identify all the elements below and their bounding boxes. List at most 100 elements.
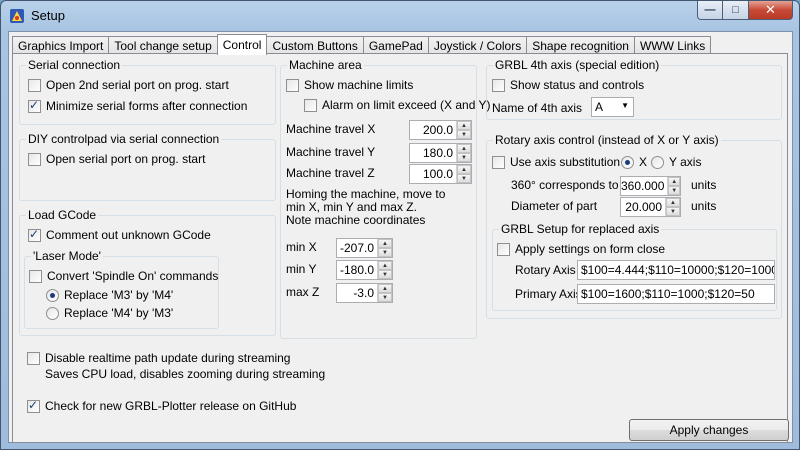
name-4th-axis-select[interactable]: A ▼ bbox=[591, 97, 634, 117]
checkbox-box[interactable] bbox=[27, 351, 40, 365]
min-x-input[interactable]: -207.0 ▲ ▼ bbox=[336, 238, 393, 258]
checkbox-box[interactable] bbox=[497, 242, 510, 256]
close-button[interactable]: ✕ bbox=[749, 1, 793, 20]
min-y-value[interactable]: -180.0 bbox=[337, 261, 377, 279]
min-x-spinner[interactable]: ▲ ▼ bbox=[377, 239, 392, 257]
travel-y-label: Machine travel Y bbox=[286, 145, 376, 159]
axis-x-radio[interactable]: X bbox=[621, 155, 647, 169]
spin-up-icon[interactable]: ▲ bbox=[378, 239, 392, 248]
check-update-checkbox[interactable]: ✓ Check for new GRBL-Plotter release on … bbox=[27, 398, 296, 413]
checkbox-box[interactable]: ✓ bbox=[28, 227, 41, 242]
travel-y-spinner[interactable]: ▲ ▼ bbox=[456, 144, 471, 162]
degrees-spinner[interactable]: ▲ ▼ bbox=[667, 177, 680, 195]
comment-unknown-gcode-label: Comment out unknown GCode bbox=[46, 228, 211, 242]
spin-down-icon[interactable]: ▼ bbox=[378, 270, 392, 279]
spin-up-icon[interactable]: ▲ bbox=[457, 144, 471, 153]
radio-circle[interactable] bbox=[651, 155, 664, 169]
travel-z-input[interactable]: 100.0 ▲ ▼ bbox=[409, 164, 472, 184]
checkbox-box[interactable] bbox=[29, 269, 42, 283]
checkbox-box[interactable] bbox=[492, 155, 505, 169]
apply-on-close-checkbox[interactable]: Apply settings on form close bbox=[497, 242, 665, 256]
spin-up-icon[interactable]: ▲ bbox=[457, 121, 471, 130]
replace-m4-radio[interactable]: Replace 'M4' by 'M3' bbox=[46, 306, 173, 320]
travel-z-spinner[interactable]: ▲ ▼ bbox=[456, 165, 471, 183]
minimize-button[interactable]: — bbox=[697, 1, 723, 20]
minimize-serial-checkbox[interactable]: ✓ Minimize serial forms after connection bbox=[28, 98, 247, 113]
spin-down-icon[interactable]: ▼ bbox=[666, 207, 680, 216]
axis-y-radio[interactable]: Y axis bbox=[651, 155, 701, 169]
spin-down-icon[interactable]: ▼ bbox=[457, 153, 471, 162]
travel-y-input[interactable]: 180.0 ▲ ▼ bbox=[409, 143, 472, 163]
maximize-button[interactable]: □ bbox=[723, 1, 749, 20]
spin-down-icon[interactable]: ▼ bbox=[378, 248, 392, 257]
checkbox-box[interactable] bbox=[492, 78, 505, 92]
replace-m3-radio[interactable]: Replace 'M3' by 'M4' bbox=[46, 288, 173, 302]
degrees-input[interactable]: 360.000 ▲ ▼ bbox=[620, 176, 681, 196]
spin-down-icon[interactable]: ▼ bbox=[457, 174, 471, 183]
load-gcode-group: Load GCode ✓ Comment out unknown GCode '… bbox=[19, 208, 276, 336]
primary-axis-input[interactable]: $100=1600;$110=1000;$120=50 bbox=[577, 284, 775, 304]
min-x-value[interactable]: -207.0 bbox=[337, 239, 377, 257]
comment-unknown-gcode-checkbox[interactable]: ✓ Comment out unknown GCode bbox=[28, 227, 211, 242]
tab-shape-recognition[interactable]: Shape recognition bbox=[527, 36, 635, 54]
spin-down-icon[interactable]: ▼ bbox=[668, 186, 680, 195]
tab-www-links[interactable]: WWW Links bbox=[634, 36, 712, 54]
replace-m4-label: Replace 'M4' by 'M3' bbox=[64, 306, 174, 320]
diameter-spinner[interactable]: ▲ ▼ bbox=[665, 198, 680, 216]
show-status-label: Show status and controls bbox=[510, 78, 645, 92]
chevron-down-icon[interactable]: ▼ bbox=[621, 101, 629, 110]
checkbox-box[interactable]: ✓ bbox=[27, 398, 40, 413]
checkbox-box[interactable] bbox=[28, 78, 41, 92]
rotary-axis-input[interactable]: $100=4.444;$110=10000;$120=1000 bbox=[577, 260, 775, 280]
axis-y-label: Y axis bbox=[669, 155, 702, 169]
tab-joystick-colors[interactable]: Joystick / Colors bbox=[428, 36, 528, 54]
tab-graphics-import[interactable]: Graphics Import bbox=[12, 36, 110, 54]
convert-spindle-checkbox[interactable]: Convert 'Spindle On' commands bbox=[29, 269, 218, 283]
show-machine-limits-checkbox[interactable]: Show machine limits bbox=[286, 78, 413, 92]
radio-circle[interactable] bbox=[46, 288, 59, 302]
min-x-label: min X bbox=[286, 240, 317, 254]
alarm-limit-checkbox[interactable]: Alarm on limit exceed (X and Y) bbox=[304, 98, 491, 112]
travel-z-value[interactable]: 100.0 bbox=[410, 165, 456, 183]
use-axis-substitution-checkbox[interactable]: Use axis substitution bbox=[492, 155, 620, 169]
apply-changes-button[interactable]: Apply changes bbox=[629, 419, 789, 441]
checkbox-box[interactable] bbox=[286, 78, 299, 92]
spin-up-icon[interactable]: ▲ bbox=[457, 165, 471, 174]
diameter-input[interactable]: 20.000 ▲ ▼ bbox=[620, 197, 681, 217]
spin-down-icon[interactable]: ▼ bbox=[378, 293, 392, 302]
diameter-value[interactable]: 20.000 bbox=[621, 198, 665, 216]
max-z-value[interactable]: -3.0 bbox=[337, 284, 377, 302]
radio-circle[interactable] bbox=[621, 155, 634, 169]
radio-circle[interactable] bbox=[46, 306, 59, 320]
checkbox-box[interactable]: ✓ bbox=[28, 98, 41, 113]
travel-y-value[interactable]: 180.0 bbox=[410, 144, 456, 162]
tab-control[interactable]: Control bbox=[216, 34, 268, 55]
travel-x-value[interactable]: 200.0 bbox=[410, 121, 456, 139]
travel-x-input[interactable]: 200.0 ▲ ▼ bbox=[409, 120, 472, 140]
checkbox-box[interactable] bbox=[28, 152, 41, 166]
title-bar[interactable]: Setup — □ ✕ bbox=[1, 1, 799, 31]
grbl-4th-axis-group: GRBL 4th axis (special edition) Show sta… bbox=[486, 58, 782, 120]
spin-up-icon[interactable]: ▲ bbox=[378, 261, 392, 270]
spin-down-icon[interactable]: ▼ bbox=[457, 130, 471, 139]
tab-custom-buttons[interactable]: Custom Buttons bbox=[267, 36, 364, 54]
degrees-value[interactable]: 360.000 bbox=[621, 177, 667, 195]
max-z-input[interactable]: -3.0 ▲ ▼ bbox=[336, 283, 393, 303]
min-y-spinner[interactable]: ▲ ▼ bbox=[377, 261, 392, 279]
tab-tool-change-setup[interactable]: Tool change setup bbox=[109, 36, 218, 54]
name-4th-axis-value[interactable]: A bbox=[595, 100, 603, 114]
min-y-input[interactable]: -180.0 ▲ ▼ bbox=[336, 260, 393, 280]
tab-gamepad[interactable]: GamePad bbox=[363, 36, 429, 54]
open-2nd-serial-checkbox[interactable]: Open 2nd serial port on prog. start bbox=[28, 78, 229, 92]
checkbox-box[interactable] bbox=[304, 98, 317, 112]
disable-realtime-checkbox[interactable]: Disable realtime path update during stre… bbox=[27, 351, 290, 365]
travel-x-label: Machine travel X bbox=[286, 122, 376, 136]
open-serial-port-checkbox[interactable]: Open serial port on prog. start bbox=[28, 152, 205, 166]
spin-up-icon[interactable]: ▲ bbox=[666, 198, 680, 207]
travel-x-spinner[interactable]: ▲ ▼ bbox=[456, 121, 471, 139]
max-z-spinner[interactable]: ▲ ▼ bbox=[377, 284, 392, 302]
spin-up-icon[interactable]: ▲ bbox=[378, 284, 392, 293]
show-status-checkbox[interactable]: Show status and controls bbox=[492, 78, 644, 92]
spin-up-icon[interactable]: ▲ bbox=[668, 177, 680, 186]
app-icon bbox=[10, 9, 24, 23]
